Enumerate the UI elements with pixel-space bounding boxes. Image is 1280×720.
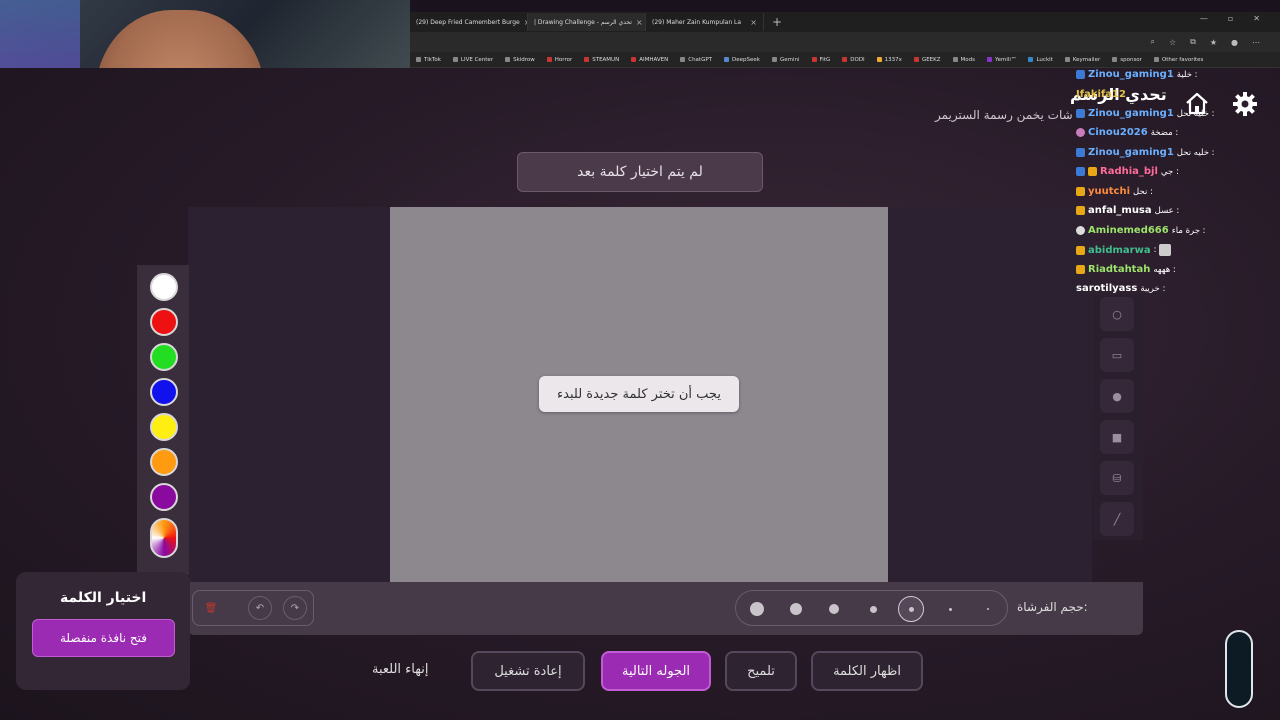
- browser-tab-active[interactable]: | Drawing Challenge - تحدي الرسم ×: [528, 13, 646, 31]
- bookmark[interactable]: LIVE Center: [452, 57, 493, 63]
- star-icon[interactable]: ☆: [1169, 38, 1176, 47]
- bookmark[interactable]: Other favorites: [1153, 57, 1203, 63]
- color-picker-multicolor[interactable]: [150, 518, 178, 558]
- chat-message: Zinou_gaming1 خلية :: [1076, 69, 1198, 80]
- square-outline-icon[interactable]: ▭: [1100, 338, 1134, 372]
- color-swatch-blue[interactable]: [150, 378, 178, 406]
- bookmark[interactable]: Skidrow: [505, 57, 535, 63]
- browser-tabbar: (29) Deep Fried Camembert Burge× | Drawi…: [410, 12, 1280, 32]
- menu-icon[interactable]: ⋯: [1252, 38, 1260, 47]
- next-round-button[interactable]: الجوله التالية: [601, 651, 711, 691]
- square-filled-icon[interactable]: ■: [1100, 420, 1134, 454]
- bookmark[interactable]: Keymailer: [1064, 57, 1100, 63]
- fill-bucket-icon[interactable]: ⛁: [1100, 461, 1134, 495]
- chat-message: abidmarwa:: [1076, 244, 1172, 256]
- chat-message: yuutchi نحل :: [1076, 186, 1153, 197]
- bookmark[interactable]: TikTok: [416, 57, 441, 63]
- browser-tab[interactable]: (29) Maher Zain Kumpulan La ×: [646, 13, 764, 31]
- close-window-icon[interactable]: ✕: [1253, 14, 1260, 23]
- channel-logo: [1225, 630, 1253, 708]
- color-swatch-red[interactable]: [150, 308, 178, 336]
- extensions-icon[interactable]: ⧉: [1190, 37, 1196, 47]
- chat-message: anfal_musa عسل :: [1076, 205, 1179, 216]
- color-swatch-white[interactable]: [150, 273, 178, 301]
- brush-size-option[interactable]: [821, 596, 847, 622]
- chat-message: Zinou_gaming1 خليه نحل :: [1076, 147, 1215, 158]
- bookmark[interactable]: Horror: [546, 57, 572, 63]
- word-status-box: لم يتم اختيار كلمة بعد: [517, 152, 763, 192]
- brush-size-option-selected[interactable]: [898, 596, 924, 622]
- bookmark[interactable]: 1337x: [876, 57, 902, 63]
- brush-size-option[interactable]: [937, 596, 963, 622]
- bookmark[interactable]: Yemili™: [987, 57, 1016, 63]
- gear-icon[interactable]: [1232, 91, 1258, 117]
- show-word-button[interactable]: اظهار الكلمة: [811, 651, 923, 691]
- profile-icon[interactable]: ●: [1231, 38, 1238, 47]
- maximize-icon[interactable]: ▫: [1228, 14, 1233, 23]
- brush-size-option[interactable]: [744, 596, 770, 622]
- color-swatch-purple[interactable]: [150, 483, 178, 511]
- color-swatch-yellow[interactable]: [150, 413, 178, 441]
- page-subtitle: شات يخمن رسمة الستريمر: [935, 108, 1073, 122]
- bookmark[interactable]: DODI: [842, 57, 865, 63]
- bookmark[interactable]: Gemini: [771, 57, 800, 63]
- brush-size-option[interactable]: [975, 596, 1001, 622]
- chat-message: Aminemed666 جرة ماء :: [1076, 225, 1206, 236]
- chat-message: Ifakifa12: [1076, 89, 1126, 100]
- new-tab-icon[interactable]: +: [772, 15, 782, 29]
- bookmark[interactable]: DeepSeek: [724, 57, 760, 63]
- undo-icon[interactable]: ↶: [248, 596, 272, 620]
- canvas-message: يجب أن تختر كلمة جديدة للبدء: [539, 376, 739, 412]
- close-icon[interactable]: ×: [750, 18, 757, 27]
- brush-size-option[interactable]: [783, 596, 809, 622]
- badge-icon: [1076, 70, 1085, 79]
- favorites-icon[interactable]: ★: [1210, 38, 1217, 47]
- zoom-icon[interactable]: ⌕: [1150, 37, 1154, 47]
- app-root: (29) Deep Fried Camembert Burge× | Drawi…: [0, 0, 1280, 720]
- bookmark[interactable]: Mods: [952, 57, 975, 63]
- close-icon[interactable]: ×: [636, 18, 643, 27]
- address-toolbar: ⌕ ☆ ⧉ ★ ● ⋯: [410, 32, 1280, 52]
- circle-outline-icon[interactable]: ○: [1100, 297, 1134, 331]
- tab-label: (29) Maher Zain Kumpulan La: [652, 18, 742, 26]
- bookmarks-bar: TikTok LIVE Center Skidrow Horror STEAMU…: [410, 52, 1280, 68]
- window-controls: — ▫ ✕: [1200, 14, 1260, 23]
- tab-label: | Drawing Challenge - تحدي الرسم: [534, 18, 632, 26]
- circle-filled-icon[interactable]: ●: [1100, 379, 1134, 413]
- color-swatch-orange[interactable]: [150, 448, 178, 476]
- redo-icon[interactable]: ↷: [283, 596, 307, 620]
- end-game-button[interactable]: إنهاء اللعبة: [372, 662, 428, 677]
- chat-message: Cinou2026 مضخة :: [1076, 127, 1178, 138]
- bookmark[interactable]: STEAMUN: [584, 57, 619, 63]
- bookmark[interactable]: GEEKZ: [913, 57, 941, 63]
- chat-message: Riadtahtah هههه :: [1076, 264, 1176, 275]
- bookmark[interactable]: sponsor: [1112, 57, 1142, 63]
- bookmark[interactable]: FitG: [811, 57, 830, 63]
- trash-icon[interactable]: 🗑: [199, 596, 223, 620]
- line-tool-icon[interactable]: ╱: [1100, 502, 1134, 536]
- tab-label: (29) Deep Fried Camembert Burge: [416, 18, 520, 26]
- open-separate-window-button[interactable]: فتح نافذة منفصلة: [32, 619, 175, 657]
- chat-message: sarotilyass خريبة :: [1076, 283, 1166, 294]
- word-choose-title: اختيار الكلمة: [60, 590, 147, 606]
- restart-button[interactable]: إعادة تشغيل: [471, 651, 585, 691]
- hint-button[interactable]: تلميح: [725, 651, 797, 691]
- color-swatch-green[interactable]: [150, 343, 178, 371]
- bookmark[interactable]: Luckit: [1028, 57, 1053, 63]
- minimize-icon[interactable]: —: [1200, 14, 1208, 23]
- brush-size-option[interactable]: [860, 596, 886, 622]
- chat-message: Zinou_gaming1 خلية نحل :: [1076, 108, 1215, 119]
- bookmark[interactable]: AIMHAVEN: [631, 57, 668, 63]
- emote-icon: [1159, 244, 1172, 256]
- bookmark[interactable]: ChatGPT: [680, 57, 712, 63]
- brush-size-label: حجم الفرشاة:: [1017, 600, 1088, 614]
- browser-tab[interactable]: (29) Deep Fried Camembert Burge×: [410, 13, 528, 31]
- chat-message: Radhia_bjl جي :: [1076, 166, 1179, 177]
